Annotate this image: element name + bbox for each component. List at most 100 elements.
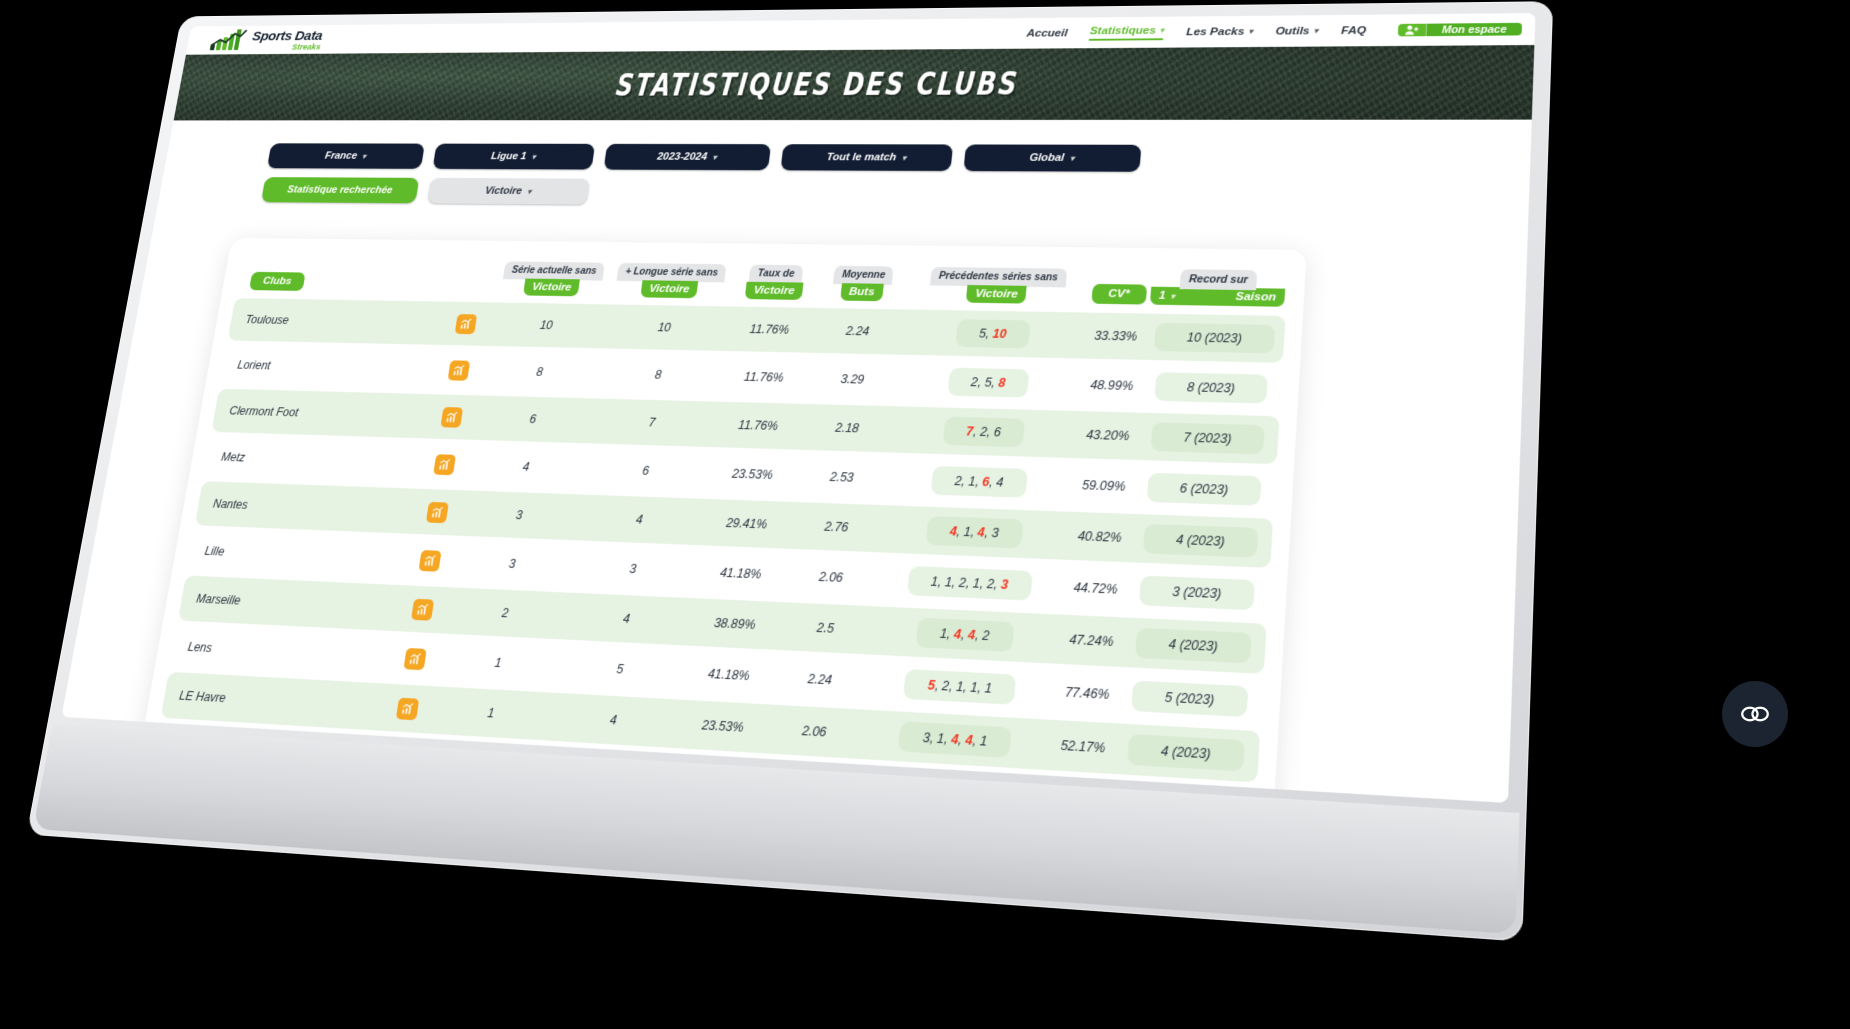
filter-season[interactable]: 2023-2024 ▾: [603, 143, 772, 171]
cell-taux: 23.53%: [673, 699, 773, 754]
cell-moyenne: 2.5: [778, 602, 873, 655]
col-header-top: Moyenne: [833, 265, 895, 285]
chevron-down-icon: ▾: [1248, 27, 1253, 36]
filter-label: Statistique recherchée: [286, 184, 394, 196]
cell-precedentes: 1, 2, 1, 2, 1, 1: [851, 762, 1049, 803]
cell-longue-serie: 7: [588, 398, 716, 447]
cell-record: 10 (2023): [1143, 313, 1286, 363]
screen: Sports Data Streaks Accueil Statistiques…: [61, 13, 1536, 803]
chevron-down-icon: ▾: [1170, 291, 1176, 301]
col-header-bottom: Victoire: [744, 281, 804, 300]
cell-cv: 52.17%: [1049, 719, 1116, 774]
col-taux: Taux de Victoire: [728, 263, 822, 305]
nav-item-les-packs[interactable]: Les Packs ▾: [1186, 26, 1253, 38]
cell-serie-actuelle: 3: [457, 490, 582, 541]
chart-icon[interactable]: [387, 747, 412, 771]
logo-tagline: Streaks: [291, 42, 322, 51]
cell-moyenne: 2.24: [806, 671, 833, 688]
filter-country[interactable]: France ▾: [267, 143, 425, 169]
record-season-select[interactable]: 1 ▾: [1159, 290, 1176, 302]
col-header-top: Série actuelle sans: [503, 261, 606, 281]
cell-moyenne: 2.24: [811, 307, 904, 355]
chart-icon[interactable]: [418, 549, 442, 572]
cell-moyenne: 3.28: [761, 757, 857, 803]
cell-longue-serie: 8: [654, 367, 663, 382]
chart-icon[interactable]: [439, 406, 463, 428]
cell-serie-actuelle: 10: [485, 302, 608, 349]
chart-icon[interactable]: [379, 798, 404, 803]
col-header-top: Taux de: [748, 264, 804, 284]
cell-cv: 48.99%: [1089, 377, 1134, 394]
chevron-down-icon: ▾: [1313, 26, 1319, 36]
cell-cv: 47.24%: [1058, 614, 1124, 667]
filter-label: Victoire: [484, 185, 523, 197]
user-add-icon: [1397, 23, 1427, 37]
cell-longue-serie: 2: [541, 744, 673, 800]
cell-record: 7 (2023): [1135, 412, 1280, 465]
chat-widget-button[interactable]: [1722, 681, 1788, 747]
cell-chart-icon[interactable]: [402, 537, 456, 585]
nav-item-outils[interactable]: Outils ▾: [1275, 25, 1318, 37]
col-icon: [446, 260, 498, 300]
col-header-top: Précédentes séries sans: [929, 266, 1067, 288]
chat-bubble-icon: [1741, 706, 1769, 722]
chart-icon[interactable]: [425, 501, 449, 523]
cell-chart-icon[interactable]: [439, 301, 492, 346]
chart-icon[interactable]: [403, 647, 427, 670]
screenshot-stage: Sports Data Streaks Accueil Statistiques…: [0, 0, 1850, 1029]
page-title: STATISTIQUES DES CLUBS: [613, 66, 1021, 103]
cell-chart-icon[interactable]: [372, 734, 428, 785]
cell-club: Toulouse: [227, 298, 446, 345]
cell-longue-serie: 3: [628, 561, 638, 577]
col-header-top: + Longue série sans: [616, 262, 727, 283]
filter-match-period[interactable]: Tout le match ▾: [780, 144, 954, 171]
filter-stat-value[interactable]: Victoire ▾: [427, 177, 591, 205]
col-moyenne: Moyenne Buts: [817, 265, 908, 307]
cell-serie-actuelle: 1: [412, 787, 541, 803]
cell-precedentes: 1, 4, 4, 2: [867, 606, 1063, 664]
cell-club: Marseille: [177, 575, 402, 632]
cell-chart-icon[interactable]: [409, 488, 464, 536]
chevron-down-icon: ▾: [1069, 153, 1075, 163]
cell-chart-icon[interactable]: [432, 348, 485, 393]
cell-moyenne: 2.18: [800, 403, 894, 453]
account-button[interactable]: Mon espace: [1397, 22, 1523, 37]
chart-icon[interactable]: [447, 359, 470, 381]
record-season-value: 1: [1158, 289, 1166, 302]
col-header-bottom: Victoire: [640, 280, 699, 299]
cell-chart-icon[interactable]: [387, 634, 442, 683]
logo-name: Sports Data: [251, 28, 324, 44]
chart-icon[interactable]: [432, 453, 456, 475]
cell-chart-icon[interactable]: [394, 585, 450, 634]
chart-icon[interactable]: [395, 697, 419, 720]
cell-serie-actuelle: 1: [420, 737, 547, 792]
cell-chart-icon[interactable]: [417, 441, 471, 487]
cell-club: Metz: [220, 450, 247, 465]
cell-precedentes: 3, 1, 4, 4, 1: [856, 709, 1055, 771]
chart-icon[interactable]: [410, 598, 434, 621]
chart-icon[interactable]: [454, 313, 477, 334]
site-logo[interactable]: Sports Data Streaks: [209, 28, 324, 51]
cell-chart-icon[interactable]: [363, 784, 420, 803]
filter-scope[interactable]: Global ▾: [963, 144, 1142, 172]
filter-league[interactable]: Ligue 1 ▾: [432, 143, 596, 170]
page-content: France ▾ Ligue 1 ▾ 2023-2024 ▾ Tout le m…: [61, 119, 1532, 803]
cell-moyenne: 2.53: [829, 469, 855, 485]
cell-club: Clermont Foot: [211, 388, 432, 439]
nav-item-faq[interactable]: FAQ: [1341, 25, 1367, 37]
cell-precedentes: 7, 2, 6: [888, 406, 1080, 459]
cell-longue-serie: 8: [533, 795, 667, 803]
cell-precedentes: 1, 1, 2, 1, 2, 3: [873, 555, 1067, 611]
cell-cv: 44.72%: [1072, 580, 1118, 597]
cell-chart-icon[interactable]: [379, 683, 435, 734]
top-navigation: Sports Data Streaks Accueil Statistiques…: [185, 13, 1536, 55]
nav-item-accueil[interactable]: Accueil: [1026, 27, 1068, 38]
cell-serie-actuelle: 1: [493, 655, 503, 671]
cell-taux: 38.89%: [685, 598, 784, 651]
cell-serie-actuelle: 4: [521, 459, 531, 474]
device-hinge-notch: [630, 779, 838, 800]
nav-item-statistiques[interactable]: Statistiques ▾: [1089, 24, 1165, 41]
chevron-down-icon: ▾: [1159, 26, 1165, 35]
cell-longue-serie: 6: [641, 463, 650, 478]
cell-chart-icon[interactable]: [424, 394, 479, 440]
